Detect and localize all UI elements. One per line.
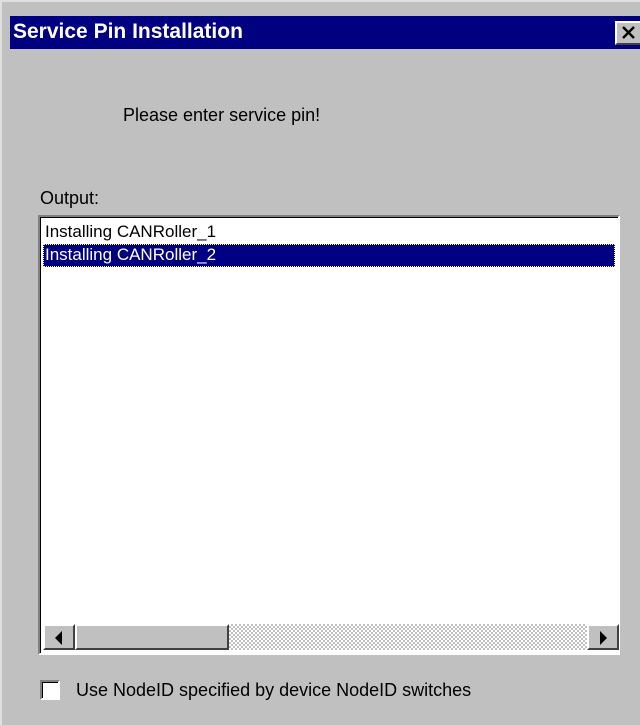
scroll-thumb[interactable] — [75, 624, 229, 650]
list-item[interactable]: Installing CANRoller_1 — [43, 221, 615, 244]
close-button[interactable] — [615, 21, 640, 45]
output-list: Installing CANRoller_1 Installing CANRol… — [43, 221, 615, 267]
scroll-right-button[interactable] — [587, 624, 619, 650]
title-bar[interactable]: Service Pin Installation — [10, 16, 640, 49]
service-pin-dialog: Service Pin Installation Please enter se… — [0, 0, 640, 725]
nodeid-checkbox[interactable] — [40, 680, 60, 700]
nodeid-checkbox-label[interactable]: Use NodeID specified by device NodeID sw… — [76, 678, 471, 702]
scroll-left-button[interactable] — [43, 624, 75, 650]
arrow-right-icon — [600, 631, 607, 645]
list-item-selected[interactable]: Installing CANRoller_2 — [43, 244, 615, 267]
output-listbox[interactable]: Installing CANRoller_1 Installing CANRol… — [38, 215, 620, 655]
window-title: Service Pin Installation — [13, 20, 243, 43]
close-icon — [622, 26, 635, 39]
arrow-left-icon — [55, 631, 62, 645]
output-label: Output: — [40, 188, 100, 208]
horizontal-scrollbar[interactable] — [43, 624, 619, 650]
service-pin-prompt: Please enter service pin! — [123, 105, 321, 125]
